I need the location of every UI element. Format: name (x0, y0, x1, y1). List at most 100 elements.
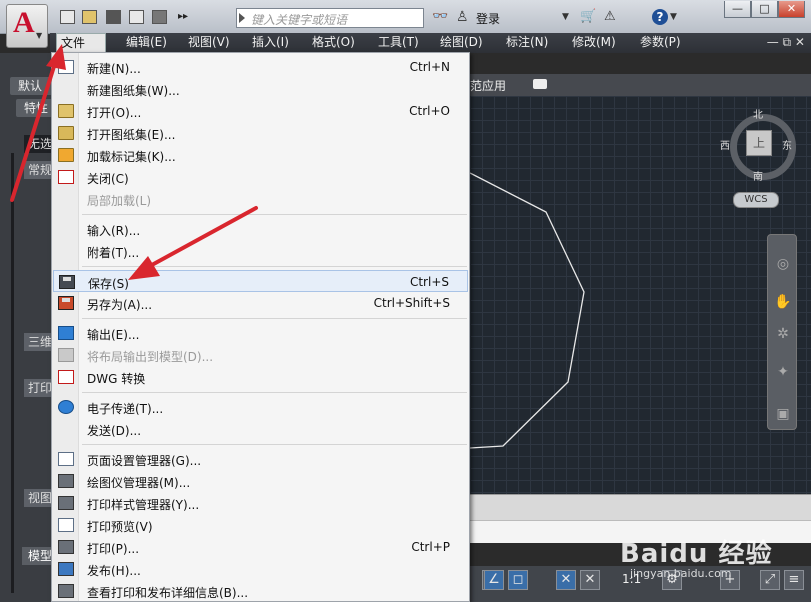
plot-details-icon (58, 584, 74, 598)
close-button[interactable]: ✕ (778, 1, 805, 18)
login-dropdown-icon[interactable]: ▼ (562, 12, 569, 22)
menu-item-open[interactable]: 打开(O)... Ctrl+O (53, 100, 468, 122)
dwg-convert-icon (58, 370, 74, 384)
menu-item-close[interactable]: 关闭(C) (53, 166, 468, 188)
app-dropdown-icon: ▼ (36, 31, 43, 40)
viewcube[interactable]: 上 北 南 东 西 (720, 106, 802, 188)
mdi-window-controls[interactable]: — ⧉ ✕ (767, 35, 805, 50)
search-input[interactable]: 键入关键字或短语 (236, 8, 424, 28)
menu-item-save[interactable]: 保存(S) Ctrl+S (53, 270, 468, 292)
tab-default[interactable]: 默认 (10, 77, 52, 95)
section-3d[interactable]: 三维 (24, 333, 52, 351)
plotter-icon (58, 474, 74, 488)
menu-separator (82, 214, 467, 215)
qat-saveas-icon[interactable] (129, 10, 144, 24)
qat-open-icon[interactable] (82, 10, 97, 24)
pan-icon[interactable]: ✋ (774, 293, 792, 311)
file-menu-dropdown: 新建(N)... Ctrl+N 新建图纸集(W)... 打开(O)... Ctr… (51, 52, 470, 602)
compass-north[interactable]: 北 (753, 106, 763, 121)
compass-west[interactable]: 西 (720, 137, 730, 152)
menu-item-new[interactable]: 新建(N)... Ctrl+N (53, 56, 468, 78)
menu-draw[interactable]: 绘图(D) (436, 33, 487, 53)
tab-properties[interactable]: 特性 (16, 99, 52, 117)
viewcube-top-face[interactable]: 上 (746, 130, 772, 156)
menu-item-import[interactable]: 输入(R)... (53, 218, 468, 240)
menu-item-export-layout: 将布局输出到模型(D)... (53, 344, 468, 366)
search-expand-icon[interactable] (239, 13, 245, 23)
wcs-dropdown[interactable]: WCS (733, 192, 779, 208)
save-as-icon (58, 296, 74, 310)
zoom-icon[interactable]: ✲ (774, 325, 792, 343)
annotation-visibility-icon[interactable]: ✕ (556, 570, 576, 590)
menu-item-publish[interactable]: 发布(H)... (53, 558, 468, 580)
section-view[interactable]: 视图 (24, 489, 52, 507)
menu-item-page-setup[interactable]: 页面设置管理器(G)... (53, 448, 468, 470)
qat-new-icon[interactable] (60, 10, 75, 24)
steering-wheel-icon[interactable]: ◎ (774, 255, 792, 273)
menu-dimension[interactable]: 标注(N) (502, 33, 552, 53)
toolbar-dropdown-icon[interactable] (533, 79, 547, 89)
menu-item-save-as[interactable]: 另存为(A)... Ctrl+Shift+S (53, 292, 468, 314)
print-icon (58, 540, 74, 554)
menu-format[interactable]: 格式(O) (308, 33, 359, 53)
menu-view[interactable]: 视图(V) (184, 33, 234, 53)
cart-icon[interactable]: 🛒 (580, 9, 596, 24)
menu-item-print[interactable]: 打印(P)... Ctrl+P (53, 536, 468, 558)
compass-east[interactable]: 东 (782, 137, 792, 152)
orbit-icon[interactable]: ✦ (774, 363, 792, 381)
close-doc-icon (58, 170, 74, 184)
menu-item-send[interactable]: 发送(D)... (53, 418, 468, 440)
markup-icon (58, 148, 74, 162)
menu-item-partial-load: 局部加载(L) (87, 194, 152, 208)
polar-icon[interactable]: ∠ (484, 570, 504, 590)
model-tab[interactable]: 模型 (22, 547, 52, 565)
help-icon[interactable]: ? (652, 9, 668, 25)
menu-item-open-sheetset[interactable]: 打开图纸集(E)... (53, 122, 468, 144)
menu-insert[interactable]: 插入(I) (248, 33, 293, 53)
showmotion-icon[interactable]: ▣ (774, 405, 792, 423)
menu-file[interactable]: 文件(F) (56, 33, 106, 69)
qat-save-icon[interactable] (106, 10, 121, 24)
login-button[interactable]: 登录 (476, 10, 500, 27)
exchange-icon[interactable]: ⚠ (604, 9, 616, 24)
menu-item-plotter-manager[interactable]: 绘图仪管理器(M)... (53, 470, 468, 492)
application-menu-button[interactable]: A ▼ (6, 4, 48, 48)
menu-item-plot-style-manager[interactable]: 打印样式管理器(Y)... (53, 492, 468, 514)
command-history (470, 494, 811, 521)
menu-separator (82, 266, 467, 267)
layout-export-icon (58, 348, 74, 362)
menu-item-export[interactable]: 输出(E)... (53, 322, 468, 344)
user-icon[interactable]: ♙ (456, 9, 469, 25)
autoscale-icon[interactable]: ✕ (580, 570, 600, 590)
menu-item-load-markup[interactable]: 加载标记集(K)... (53, 144, 468, 166)
baidu-watermark: Baidu 经验 jingyan.baidu.com (620, 539, 773, 580)
qat-more-icon[interactable]: ▸▸ (178, 11, 188, 22)
section-common[interactable]: 常规 (24, 161, 52, 179)
toolbar-row: 范应用 (470, 74, 811, 96)
menu-parameter[interactable]: 参数(P) (636, 33, 685, 53)
menu-item-attach[interactable]: 附着(T)... (53, 240, 468, 262)
menu-item-plot-details[interactable]: 查看打印和发布详细信息(B)... (53, 580, 468, 602)
palette-scrollbar[interactable] (11, 153, 14, 593)
qat-plot-icon[interactable] (152, 10, 167, 24)
binoculars-icon[interactable]: 👓 (432, 9, 448, 24)
osnap-icon[interactable]: ◻ (508, 570, 528, 590)
new-doc-icon (58, 60, 74, 74)
section-print[interactable]: 打印 (24, 379, 52, 397)
menu-edit[interactable]: 编辑(E) (122, 33, 171, 53)
menu-item-new-sheetset[interactable]: 新建图纸集(W)... (53, 78, 468, 100)
menu-item-etransmit[interactable]: 电子传递(T)... (53, 396, 468, 418)
menu-item-print-preview[interactable]: 打印预览(V) (53, 514, 468, 536)
navigation-bar: ◎ ✋ ✲ ✦ ▣ (767, 234, 797, 430)
compass-south[interactable]: 南 (753, 168, 763, 183)
menu-tools[interactable]: 工具(T) (374, 33, 423, 53)
maximize-button[interactable]: □ (751, 1, 778, 18)
menu-modify[interactable]: 修改(M) (568, 33, 620, 53)
minimize-button[interactable]: — (724, 1, 751, 18)
no-selection-field[interactable]: 无选 (24, 135, 52, 153)
menu-separator (82, 318, 467, 319)
autocad-logo-icon: A (13, 6, 35, 39)
publish-icon (58, 562, 74, 576)
help-dropdown-icon[interactable]: ▼ (670, 12, 677, 22)
menu-item-dwg-convert[interactable]: DWG 转换 (53, 366, 468, 388)
